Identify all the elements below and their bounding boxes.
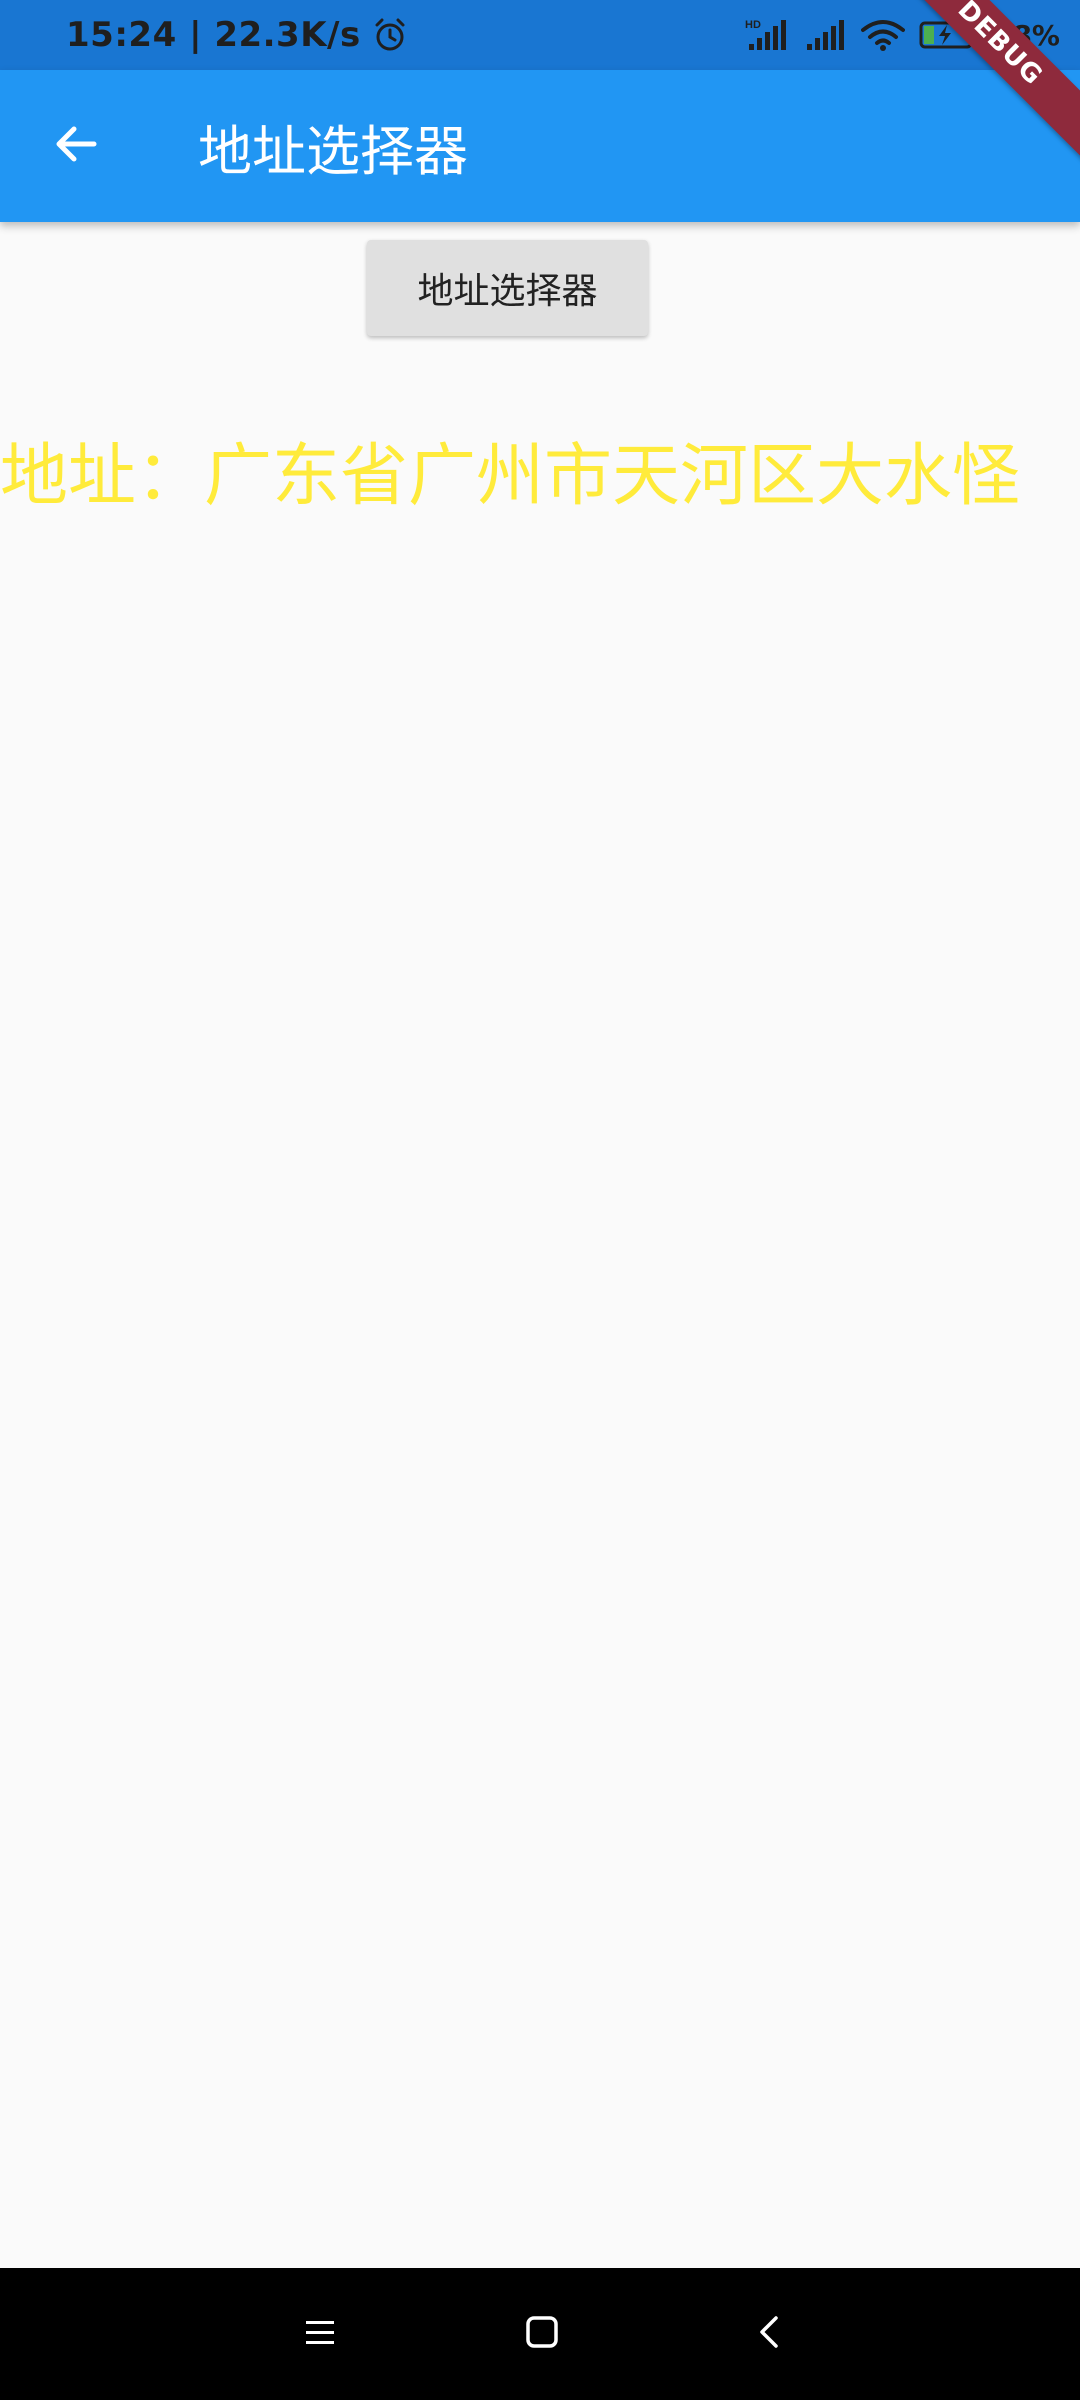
arrow-back-icon — [50, 118, 102, 174]
status-time-speed: 15:24 | 22.3K/s — [66, 15, 361, 55]
svg-text:HD: HD — [745, 19, 761, 31]
status-left: 15:24 | 22.3K/s — [66, 0, 409, 70]
menu-button[interactable] — [290, 2304, 350, 2364]
back-nav-button[interactable] — [740, 2304, 800, 2364]
app-bar: 地址选择器 — [0, 70, 1080, 222]
home-button[interactable] — [512, 2304, 572, 2364]
menu-icon — [300, 2312, 340, 2356]
alarm-icon — [371, 16, 409, 54]
system-nav-bar — [0, 2268, 1080, 2400]
address-text: 地址：广东省广州市天河区大水怪 — [0, 437, 1021, 516]
address-picker-button[interactable]: 地址选择器 — [367, 240, 648, 336]
back-button[interactable] — [36, 106, 116, 186]
wifi-icon — [860, 18, 905, 52]
signal-icon — [803, 18, 847, 52]
hd-signal-icon: HD — [745, 18, 789, 52]
home-icon — [522, 2312, 562, 2356]
page-title: 地址选择器 — [198, 119, 468, 183]
back-icon — [750, 2312, 790, 2356]
status-bar: 15:24 | 22.3K/s HD 18% — [0, 0, 1080, 70]
